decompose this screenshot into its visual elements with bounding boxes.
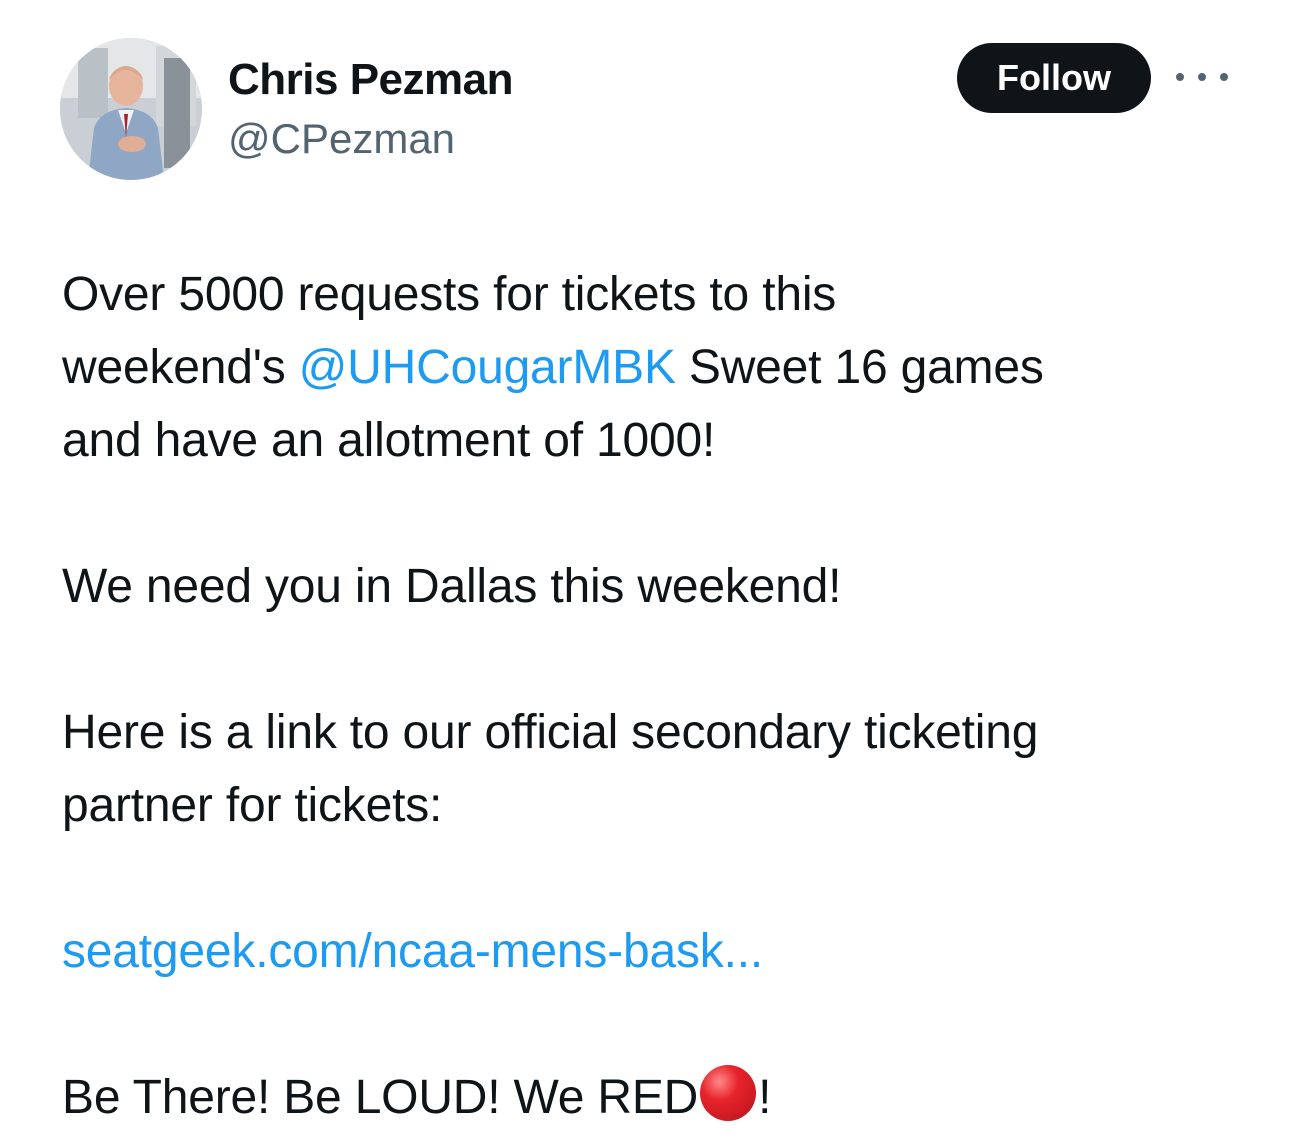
profile-photo-icon — [60, 38, 202, 180]
tweet-text-span: We need you in Dallas this weekend! — [62, 560, 842, 613]
tweet-line: Over 5000 requests for tickets to this — [62, 258, 1242, 331]
tweet-text-span: ! — [758, 1071, 772, 1124]
tweet-text-span: and have an allotment of 1000! — [62, 414, 716, 467]
tweet-text: Over 5000 requests for tickets to this w… — [62, 258, 1242, 1134]
more-dot — [1220, 73, 1228, 81]
more-dot — [1198, 73, 1206, 81]
tweet-text-span: Sweet 16 games — [675, 341, 1044, 394]
tweet-text-span: weekend's — [62, 341, 299, 394]
tweet-line: We need you in Dallas this weekend! — [62, 550, 1242, 623]
tweet-text-span: partner for tickets: — [62, 779, 443, 832]
avatar[interactable] — [60, 38, 202, 180]
url-link[interactable]: seatgeek.com/ncaa-mens-bask... — [62, 925, 763, 978]
tweet-line: Be There! Be LOUD! We RED! — [62, 1061, 1242, 1134]
more-dot — [1176, 73, 1184, 81]
tweet-line: Here is a link to our official secondary… — [62, 696, 1242, 769]
red-circle-emoji-icon — [700, 1065, 757, 1121]
follow-button[interactable]: Follow — [957, 43, 1151, 113]
mention-link[interactable]: @UHCougarMBK — [299, 341, 676, 394]
tweet-line: and have an allotment of 1000! — [62, 404, 1242, 477]
tweet-line: weekend's @UHCougarMBK Sweet 16 games — [62, 331, 1242, 404]
author-name[interactable]: Chris Pezman — [228, 54, 513, 106]
tweet-text-span: Be There! Be LOUD! We RED — [62, 1071, 699, 1124]
tweet-line: seatgeek.com/ncaa-mens-bask... — [62, 915, 1242, 988]
tweet-line: partner for tickets: — [62, 769, 1242, 842]
author-handle[interactable]: @CPezman — [228, 114, 455, 164]
tweet-text-span: Over 5000 requests for tickets to this — [62, 268, 837, 321]
tweet-text-span: Here is a link to our official secondary… — [62, 706, 1039, 759]
more-options-icon[interactable] — [1176, 62, 1228, 92]
